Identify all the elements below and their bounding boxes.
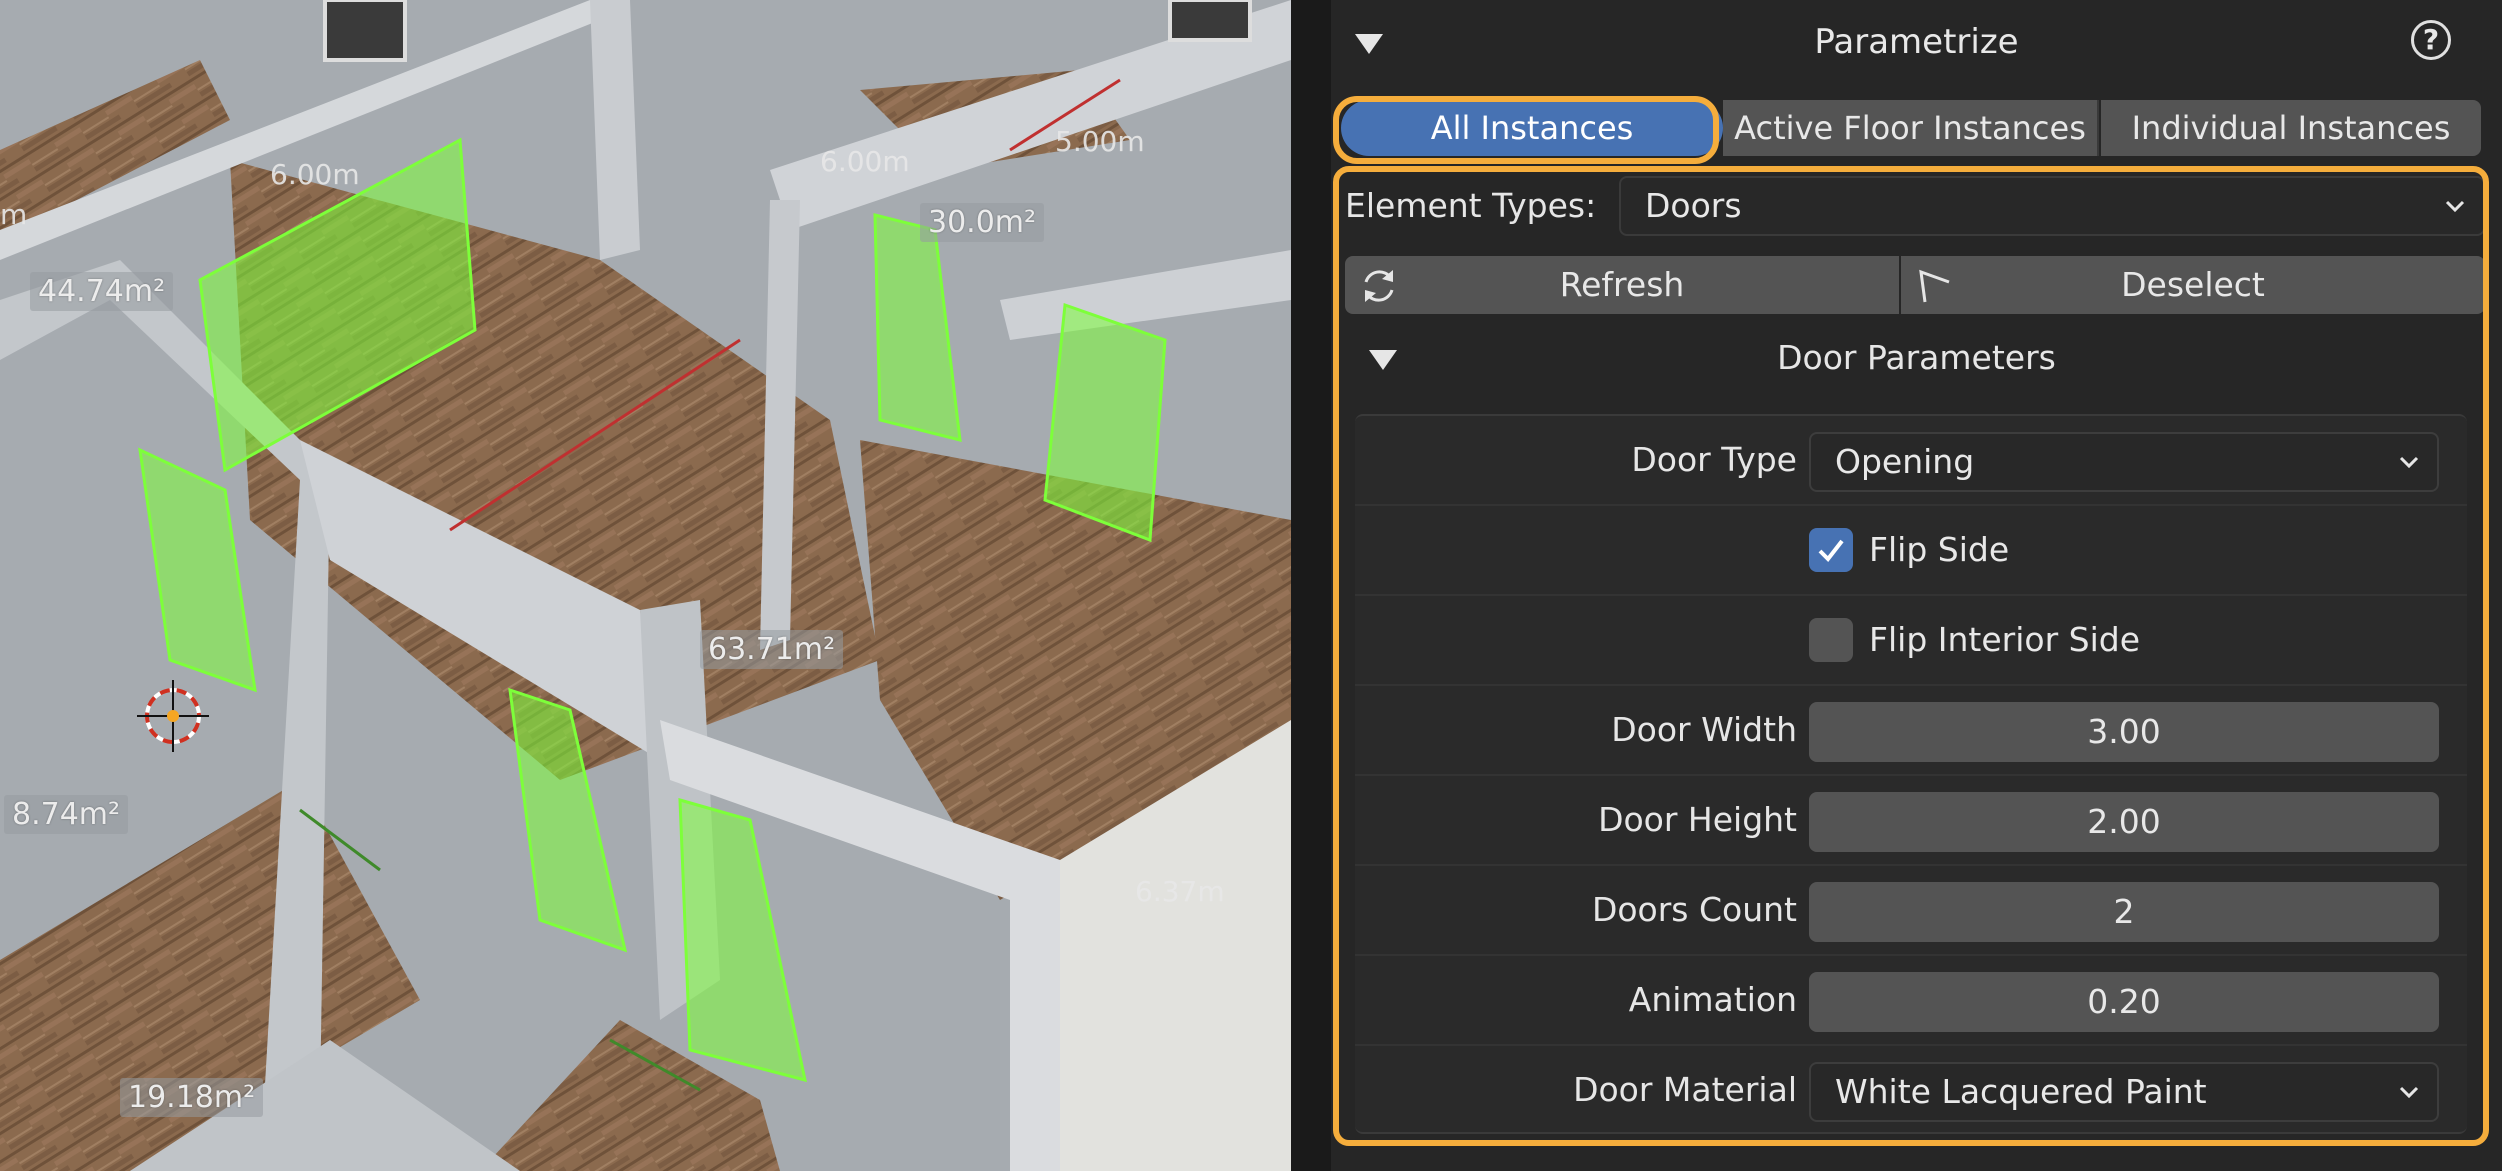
element-types-value: Doors [1645, 186, 1742, 225]
deselect-button[interactable]: Deselect [1901, 256, 2485, 314]
element-types-dropdown[interactable]: Doors [1619, 176, 2485, 236]
door-type-label: Door Type [1631, 440, 1797, 479]
panel-title: Parametrize [1814, 22, 2019, 62]
door-material-value: White Lacquered Paint [1835, 1072, 2207, 1111]
doors-count-field[interactable]: 2 [1809, 882, 2439, 942]
door-material-label: Door Material [1573, 1070, 1797, 1109]
flip-side-row: Flip Side [1355, 504, 2467, 594]
dimension-label: 5.00m [1055, 125, 1145, 158]
flip-side-checkbox[interactable] [1809, 528, 1853, 572]
tab-individual-instances[interactable]: Individual Instances [2101, 100, 2481, 156]
door-height-field[interactable]: 2.00 [1809, 792, 2439, 852]
area-label: 44.74m² [30, 272, 174, 311]
chevron-down-icon [2399, 456, 2419, 469]
door-width-field[interactable]: 3.00 [1809, 702, 2439, 762]
chevron-down-icon [2445, 200, 2465, 213]
dimension-label: 6.37m [1135, 875, 1225, 908]
panel-header[interactable]: Parametrize ? [1331, 0, 2502, 88]
parametrize-panel: Parametrize ? All Instances Active Floor… [1331, 0, 2502, 1171]
door-width-label: Door Width [1611, 710, 1797, 749]
dimension-label: 6.00m [820, 145, 910, 178]
panel-gutter [1291, 0, 1331, 1171]
3d-viewport[interactable]: 44.74m² 30.0m² 63.71m² 8.74m² 19.18m² 6.… [0, 0, 1291, 1171]
animation-label: Animation [1628, 980, 1797, 1019]
animation-field[interactable]: 0.20 [1809, 972, 2439, 1032]
doors-count-label: Doors Count [1591, 890, 1797, 929]
flip-interior-checkbox[interactable] [1809, 618, 1853, 662]
window [1168, 0, 1252, 42]
refresh-label: Refresh [1559, 265, 1685, 304]
animation-row: Animation 0.20 [1355, 954, 2467, 1044]
flip-interior-row: Flip Interior Side [1355, 594, 2467, 684]
refresh-button[interactable]: Refresh [1345, 256, 1899, 314]
doors-count-row: Doors Count 2 [1355, 864, 2467, 954]
element-types-label: Element Types: [1345, 186, 1597, 225]
door-params-title: Door Parameters [1777, 338, 2056, 377]
door-width-row: Door Width 3.00 [1355, 684, 2467, 774]
door-height-row: Door Height 2.00 [1355, 774, 2467, 864]
chevron-down-icon [2399, 1086, 2419, 1099]
door-material-dropdown[interactable]: White Lacquered Paint [1809, 1062, 2439, 1122]
area-label: 19.18m² [120, 1078, 264, 1117]
area-label: 63.71m² [700, 630, 844, 669]
window [323, 0, 407, 62]
area-label: 30.0m² [920, 203, 1045, 242]
help-icon[interactable]: ? [2411, 20, 2451, 60]
door-type-row: Door Type Opening [1355, 414, 2467, 504]
floorplan-scene [0, 0, 1291, 1171]
tab-all-instances[interactable]: All Instances [1341, 100, 1723, 156]
flip-interior-label[interactable]: Flip Interior Side [1869, 596, 2140, 684]
area-label: 8.74m² [4, 795, 129, 834]
door-height-label: Door Height [1598, 800, 1797, 839]
door-material-row: Door Material White Lacquered Paint [1355, 1044, 2467, 1134]
selected-door[interactable] [1043, 302, 1167, 543]
door-type-dropdown[interactable]: Opening [1809, 432, 2439, 492]
dimension-label: m [0, 198, 28, 231]
flip-side-label[interactable]: Flip Side [1869, 506, 2009, 594]
checkmark-icon [1818, 539, 1844, 563]
deselect-label: Deselect [2121, 265, 2265, 304]
dimension-label: 6.00m [270, 158, 360, 191]
tab-active-floor-instances[interactable]: Active Floor Instances [1723, 100, 2099, 156]
door-type-value: Opening [1835, 442, 1975, 481]
